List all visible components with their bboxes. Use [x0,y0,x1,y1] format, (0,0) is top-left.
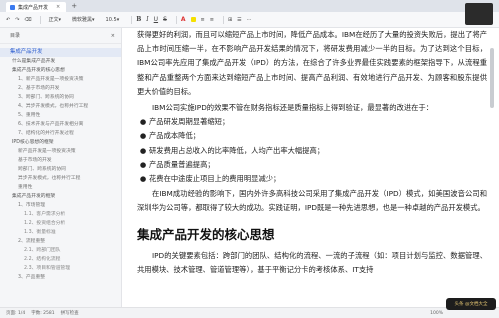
outline-item[interactable]: 2.1、跨部门团队 [0,246,121,255]
scrollbar[interactable] [489,28,495,307]
close-tab-icon[interactable]: × [56,4,60,10]
status-bar: 页面: 1/4 字数: 2581 拼写检查 100% [0,307,499,318]
list-item: ● 产品成本降低； [137,129,487,143]
toolbar-divider [131,15,133,24]
font-select[interactable]: 微软雅黑 ▾ [69,14,98,25]
outline-item[interactable]: 集成产品开发 [0,48,121,57]
bullet-icon: ● [139,145,147,155]
bullet-list: ● 产品研发周期显著缩短； ● 产品成本降低； ● 研发费用占总收入的比率降低，人均产出率… [137,115,487,186]
spell-check-button[interactable]: 拼写检查 [61,310,79,316]
outline-item[interactable]: 4、异步开发模式，也称并行工程 [0,102,121,111]
outline-item[interactable]: 异步开发模式，也称并行工程 [0,174,121,183]
chevron-down-icon: ▾ [92,16,95,23]
paragraph: 在IBM成功经验的影响下，国内外许多高科技公司采用了集成产品开发（IPD）模式，… [137,189,487,213]
toolbar-divider [40,15,42,24]
outline-item[interactable]: 1.1、客户需求分析 [0,210,121,219]
align-center-icon[interactable]: ≡ [210,17,214,23]
list-item-text: 花费在中途废止项目上的费用明显减少； [149,174,281,184]
document-body[interactable]: 获得更好的利润，而且可以缩短产品上市时间，降低产品成本。IBM在经历了大量的投资… [125,28,487,307]
font-color-button[interactable]: A [181,16,186,23]
list-item-text: 产品质量普遍提高； [149,159,215,169]
section-heading: 集成产品开发的核心思想 [137,226,275,242]
outline-item[interactable]: 集成产品开发的框架 [0,192,121,201]
list-item-text: 产品成本降低； [149,131,201,141]
bullet-icon: ● [139,174,147,184]
outline-item[interactable]: 跨部门、跨系统的协同 [0,165,121,174]
outline-item[interactable]: 3、跨部门、跨系统的协同 [0,93,121,102]
list-item: ● 花费在中途废止项目上的费用明显减少； [137,172,487,186]
outline-item[interactable]: 2、基于市场的开发 [0,84,121,93]
strikethrough-button[interactable]: S [163,16,167,23]
list-item-text: 研发费用占总收入的比率降低，人均产出率大幅提高； [149,145,325,155]
highlight-icon[interactable] [190,17,196,22]
zoom-level[interactable]: 100% [430,311,443,316]
outline-item[interactable]: 1.2、投资组合分析 [0,219,121,228]
font-value: 微软雅黑 [72,17,93,23]
outline-item[interactable]: 什么是集成产品开发 [0,57,121,66]
watermark: 头条 @文档大全 [446,298,496,310]
word-count: 字数: 2581 [31,311,55,316]
style-value: 正文 [48,17,59,23]
paragraph: IBM公司实施IPD的效果不管在财务指标还是质量指标上得到验证，最显著的改进在于… [152,103,434,113]
font-size-value: 10.5 [105,16,117,23]
avatar[interactable] [465,3,493,25]
scrollbar-thumb[interactable] [490,48,494,108]
bullet-icon: ● [139,117,147,127]
list-item-text: 产品研发周期显著缩短； [149,117,230,127]
paragraph: IPD的关键要素包括：跨部门的团队、结构化的流程、一流的子流程（如：项目计划与监… [137,250,487,274]
outline-item[interactable]: 7、结构化的并行开发过程 [0,129,121,138]
align-left-icon[interactable]: ≡ [201,17,205,23]
chevron-down-icon: ▾ [58,16,62,23]
close-outline-icon[interactable]: × [111,33,115,39]
outline-item[interactable]: 2.3、项目和管道管理 [0,264,121,273]
outline-sidebar: 目录 × 集成产品开发 什么是集成产品开发 集成产品开发的核心思想 1、新产品开发是一… [0,28,122,307]
outline-item[interactable]: 1、市场管理 [0,201,121,210]
list-icon[interactable]: ☰ [237,17,241,23]
new-tab-button[interactable]: + [71,2,77,10]
document-icon [10,4,15,10]
outline-item[interactable]: 2.2、结构化流程 [0,255,121,264]
tab-title: 集成产品开发 [18,4,49,11]
page-count: 页面: 1/4 [6,311,26,316]
outline-item[interactable]: 2、流程重整 [0,237,121,246]
list-item: ● 产品质量普遍提高； [137,158,487,172]
paragraph: 获得更好的利润，而且可以缩短产品上市时间，降低产品成本。IBM在经历了大量的投资… [137,30,487,96]
font-size-select[interactable]: 10.5 ▾ [103,15,123,25]
list-item: ● 产品研发周期显著缩短； [137,115,487,129]
outline-list: 集成产品开发 什么是集成产品开发 集成产品开发的核心思想 1、新产品开发是一项投资决策… [0,44,121,282]
italic-button[interactable]: I [146,16,148,23]
outline-item[interactable]: 1、新产品开发是一项投资决策 [0,75,121,84]
outline-item[interactable]: 6、技术开发与产品开发相分离 [0,120,121,129]
list-item: ● 研发费用占总收入的比率降低，人均产出率大幅提高； [137,144,487,158]
undo-icon[interactable]: ↶ [6,17,10,23]
chevron-down-icon: ▾ [116,16,120,23]
toolbar-divider [222,15,224,24]
clear-format-icon[interactable]: ⌫ [24,17,31,23]
toolbar-divider [175,15,177,24]
style-select[interactable]: 正文 ▾ [45,14,64,25]
underline-button[interactable]: U [154,16,158,23]
table-icon[interactable]: ⊞ [228,17,232,23]
formatting-toolbar: ↶ ↷ ⌫ 正文 ▾ 微软雅黑 ▾ 10.5 ▾ B I U S A ≡ ≡ ⊞ ☰ … [0,12,499,28]
outline-item[interactable]: IPD核心思想的框架 [0,138,121,147]
redo-icon[interactable]: ↷ [15,17,19,23]
outline-item[interactable]: 集成产品开发的核心思想 [0,66,121,75]
outline-item[interactable]: 5、重用性 [0,111,121,120]
outline-header: 目录 × [0,28,121,44]
bold-button[interactable]: B [136,16,141,23]
outline-item[interactable]: 1.3、衡量标准 [0,228,121,237]
document-tab[interactable]: 集成产品开发 × [6,2,67,12]
more-icon[interactable]: ⋯ [247,17,252,23]
title-bar: 集成产品开发 × + [0,0,499,12]
bullet-icon: ● [139,131,147,141]
outline-item[interactable]: 重用性 [0,183,121,192]
outline-item[interactable]: 基于市场的开发 [0,156,121,165]
bullet-icon: ● [139,159,147,169]
outline-item[interactable]: 新产品开发是一项投资决策 [0,147,121,156]
outline-title: 目录 [10,33,21,39]
outline-item[interactable]: 3、产品重整 [0,273,121,282]
